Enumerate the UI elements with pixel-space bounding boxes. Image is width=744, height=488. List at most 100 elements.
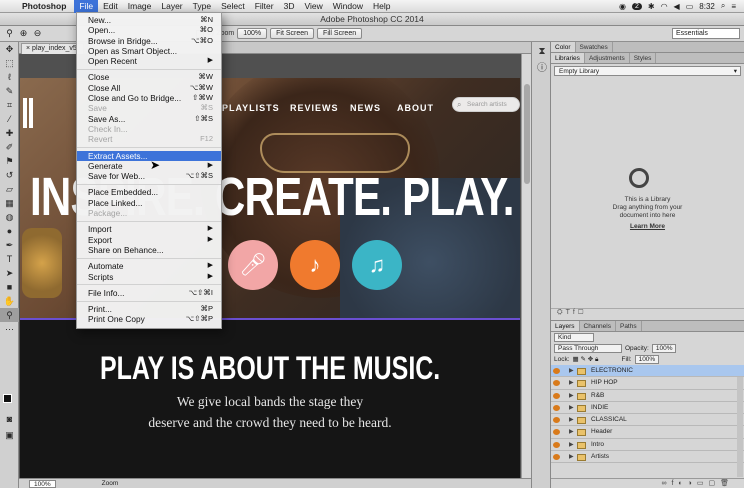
tab-swatches[interactable]: Swatches [576, 42, 613, 52]
history-icon[interactable]: ⧗ [533, 45, 551, 59]
expand-triangle-icon[interactable]: ▶ [569, 426, 574, 438]
canvas-vertical-scrollbar[interactable] [521, 54, 531, 478]
file-menu-item[interactable]: Export ▶ [77, 235, 221, 245]
list-icon[interactable]: ≡ [731, 2, 736, 11]
eyedropper-tool-icon[interactable]: ⁄ [0, 112, 19, 126]
menu-3d[interactable]: 3D [279, 0, 300, 13]
cc-icon[interactable]: ◉ [619, 2, 626, 11]
more-tools-icon[interactable]: ⋯ [0, 322, 19, 336]
visibility-eye-icon[interactable] [553, 454, 560, 461]
menu-type[interactable]: Type [188, 0, 216, 13]
scroll-thumb[interactable] [524, 84, 530, 184]
search-icon[interactable]: ⌕ [721, 1, 725, 11]
new-group-icon[interactable]: ▭ [697, 480, 709, 487]
crop-tool-icon[interactable]: ⌗ [0, 98, 19, 112]
expand-triangle-icon[interactable]: ▶ [569, 451, 574, 463]
file-menu-item[interactable]: Generate ▶ [77, 161, 221, 171]
file-menu-item[interactable]: Open... ⌘O [77, 25, 221, 35]
gradient-tool-icon[interactable]: ▦ [0, 196, 19, 210]
file-menu-item[interactable]: Automate ▶ [77, 261, 221, 271]
tab-libraries[interactable]: Libraries [551, 53, 585, 63]
bluetooth-icon[interactable]: ✱ [648, 2, 655, 11]
battery-icon[interactable]: ▭ [686, 2, 694, 11]
eraser-tool-icon[interactable]: ▱ [0, 182, 19, 196]
path-select-tool-icon[interactable]: ➤ [0, 266, 19, 280]
document-tab[interactable]: × play_index_v5 [21, 43, 84, 54]
layer-row[interactable]: ▶ Header [551, 426, 744, 439]
visibility-eye-icon[interactable] [553, 392, 560, 399]
expand-triangle-icon[interactable]: ▶ [569, 414, 574, 426]
layer-row[interactable]: ▶ R&B [551, 390, 744, 402]
adjustment-icon[interactable]: ◑ [688, 480, 697, 487]
tab-channels[interactable]: Channels [580, 321, 616, 331]
new-item-icon[interactable]: ▢ [578, 309, 587, 316]
tab-paths[interactable]: Paths [616, 321, 642, 331]
visibility-eye-icon[interactable] [553, 368, 560, 374]
tab-adjustments[interactable]: Adjustments [585, 53, 630, 63]
wifi-icon[interactable]: ◠ [661, 2, 668, 11]
zoom-out-icon[interactable]: ⊖ [32, 28, 43, 39]
file-menu-item[interactable]: File Info... ⌥⇧⌘I [77, 288, 221, 298]
lock-icons[interactable]: ▦ ✎ ✥ 🔒︎ [573, 355, 599, 364]
notification-badge[interactable]: 2 [631, 2, 642, 10]
layer-row[interactable]: ▶ INDIE [551, 402, 744, 415]
file-menu-item[interactable]: Place Embedded... [77, 187, 221, 197]
expand-triangle-icon[interactable]: ▶ [569, 390, 574, 402]
blur-tool-icon[interactable]: ◍ [0, 210, 19, 224]
link-icon[interactable]: ∞ [661, 480, 671, 487]
pen-tool-icon[interactable]: ✒ [0, 238, 19, 252]
file-menu-item[interactable]: Import ▶ [77, 224, 221, 234]
menu-view[interactable]: View [299, 0, 327, 13]
zoom-100-button[interactable]: 100% [237, 28, 268, 39]
quick-mask-icon[interactable]: ◙ [0, 412, 19, 426]
shape-tool-icon[interactable]: ■ [0, 280, 19, 294]
file-menu-item[interactable]: Open as Smart Object... [77, 46, 221, 56]
learn-more-link[interactable]: Learn More [551, 223, 744, 231]
expand-triangle-icon[interactable]: ▶ [569, 402, 574, 414]
zoom-in-icon[interactable]: ⊕ [18, 28, 29, 39]
zoom-tool-icon[interactable]: ⚲ [4, 28, 15, 39]
add-graphic-icon[interactable]: ⛭ [557, 309, 566, 316]
add-text-icon[interactable]: T [566, 309, 573, 316]
file-menu-item[interactable]: Close ⌘W [77, 72, 221, 82]
layer-row[interactable]: ▶ Artists [551, 451, 744, 464]
menu-window[interactable]: Window [328, 0, 368, 13]
marquee-tool-icon[interactable]: ⬚ [0, 56, 19, 70]
file-menu-item[interactable]: Save As... ⇧⌘S [77, 114, 221, 124]
fit-screen-button[interactable]: Fit Screen [270, 28, 315, 39]
visibility-eye-icon[interactable] [553, 380, 560, 387]
layer-row[interactable]: ▶ ELECTRONIC [551, 365, 744, 378]
zoom-tool-button-icon[interactable]: ⚲ [0, 308, 19, 322]
visibility-eye-icon[interactable] [553, 441, 560, 448]
file-menu-item[interactable]: Close and Go to Bridge... ⇧⌘W [77, 93, 221, 103]
layers-scrollbar[interactable] [737, 377, 743, 477]
file-menu-item[interactable]: Print One Copy ⌥⇧⌘P [77, 314, 221, 324]
tab-color[interactable]: Color [551, 42, 576, 52]
layer-row[interactable]: ▶ CLASSICAL [551, 414, 744, 427]
menu-layer[interactable]: Layer [156, 0, 187, 13]
menu-select[interactable]: Select [216, 0, 250, 13]
file-menu-item[interactable]: Browse in Bridge... ⌥⌘O [77, 36, 221, 46]
fill-field[interactable]: 100% [634, 355, 660, 364]
menu-image[interactable]: Image [123, 0, 157, 13]
new-layer-icon[interactable]: ▢ [708, 480, 720, 487]
volume-icon[interactable]: ◀ [674, 2, 680, 11]
quick-select-tool-icon[interactable]: ✎ [0, 84, 19, 98]
app-menu-photoshop[interactable]: Photoshop [22, 1, 66, 11]
blend-mode-select[interactable]: Pass Through [554, 344, 622, 353]
file-menu-item[interactable]: Save for Web... ⌥⇧⌘S [77, 171, 221, 181]
library-select[interactable]: Empty Library ▾ [554, 66, 741, 76]
mask-icon[interactable]: ◐ [678, 480, 687, 487]
tab-layers[interactable]: Layers [551, 321, 580, 331]
visibility-eye-icon[interactable] [553, 429, 560, 436]
healing-tool-icon[interactable]: ✚ [0, 126, 19, 140]
layer-filter-kind[interactable]: Kind [554, 333, 594, 342]
trash-icon[interactable]: 🗑︎ [720, 480, 734, 487]
clone-stamp-tool-icon[interactable]: ⚑ [0, 154, 19, 168]
menu-edit[interactable]: Edit [98, 0, 123, 13]
file-menu-item[interactable]: New... ⌘N [77, 15, 221, 25]
clock-time[interactable]: 8:32 [699, 2, 715, 11]
expand-triangle-icon[interactable]: ▶ [569, 439, 574, 451]
zoom-level-field[interactable]: 100% [29, 479, 56, 488]
menu-help[interactable]: Help [368, 0, 395, 13]
